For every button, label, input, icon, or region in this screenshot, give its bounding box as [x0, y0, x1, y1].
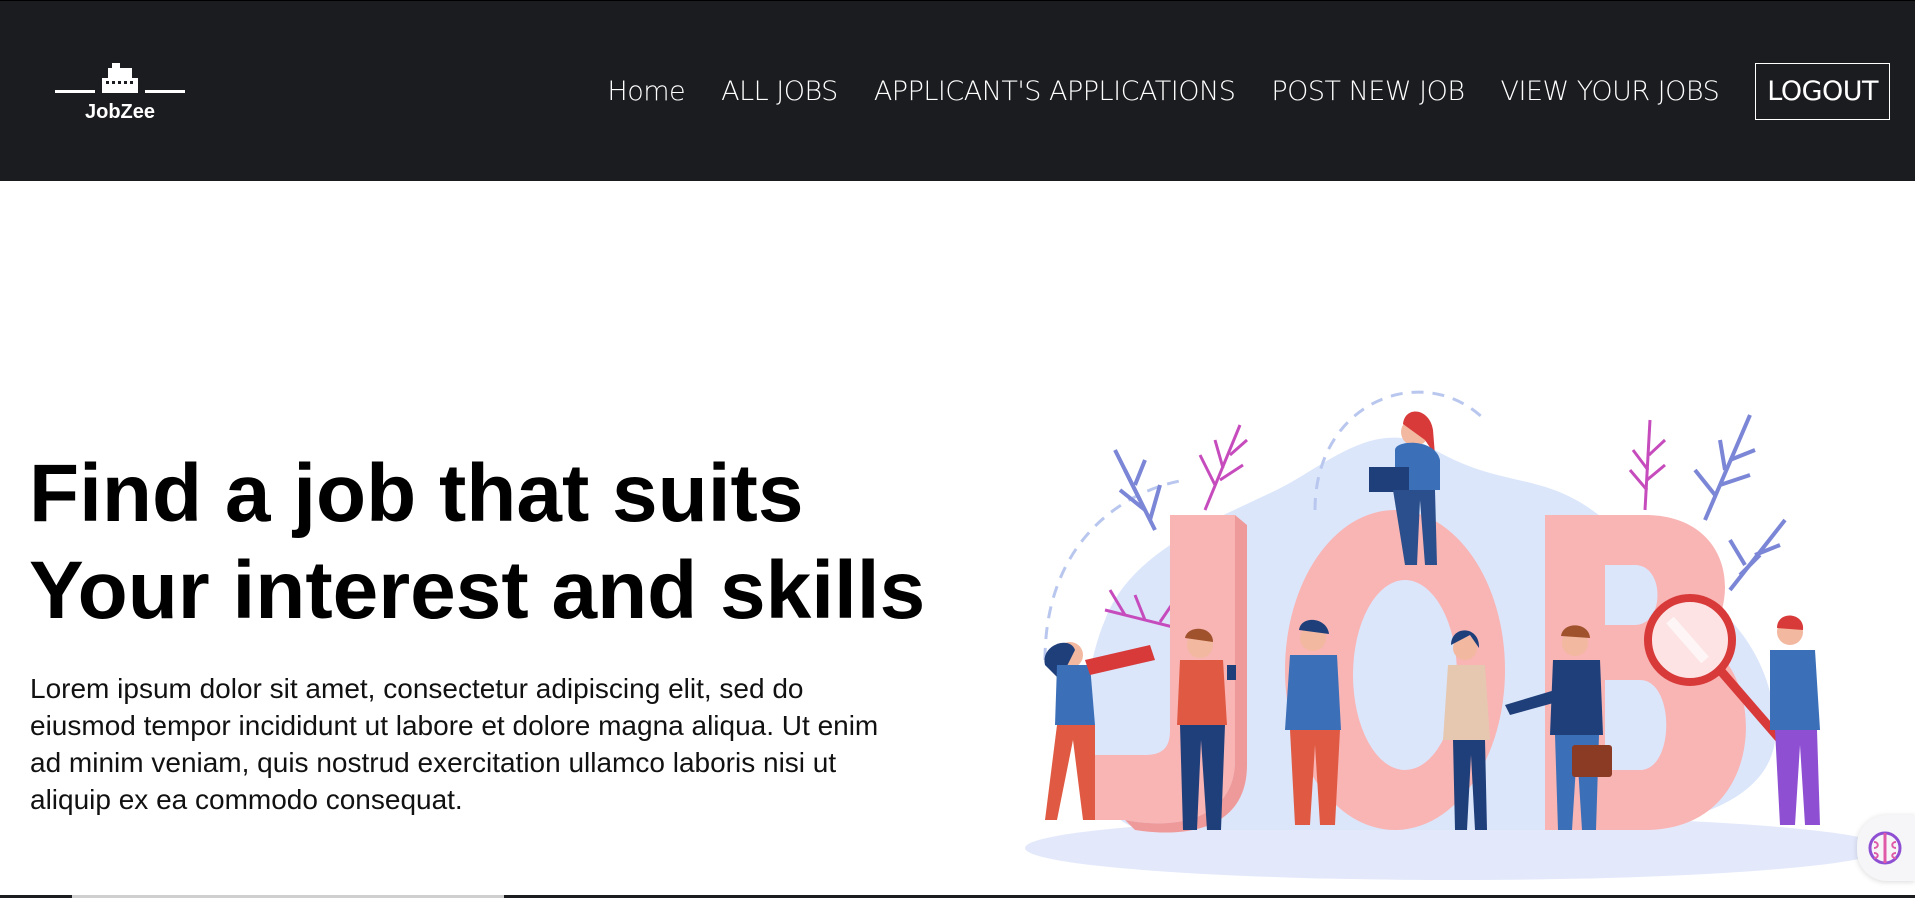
typewriter-icon [55, 63, 185, 93]
nav-menu: Home ALL JOBS APPLICANT'S APPLICATIONS P… [607, 61, 1890, 121]
hero-title-line-1: Find a job that suits [29, 448, 804, 539]
nav-all-jobs[interactable]: ALL JOBS [721, 76, 838, 107]
hero-title-line-2: Your interest and skills [29, 545, 926, 636]
job-search-illustration [1025, 390, 1865, 880]
nav-view-your-jobs[interactable]: VIEW YOUR JOBS [1501, 76, 1720, 107]
jobzee-logo[interactable]: JobZee [55, 61, 185, 123]
hero-description: Lorem ipsum dolor sit amet, consectetur … [30, 673, 879, 815]
hero-title: Find a job that suits Your interest and … [29, 445, 925, 639]
top-navbar: JobZee Home ALL JOBS APPLICANT'S APPLICA… [0, 0, 1915, 181]
brain-icon [1868, 831, 1902, 865]
assistant-launcher-button[interactable] [1857, 815, 1915, 881]
logout-button[interactable]: LOGOUT [1755, 62, 1890, 120]
brand-name: JobZee [84, 101, 156, 123]
nav-post-new-job[interactable]: POST NEW JOB [1271, 76, 1465, 107]
nav-home[interactable]: Home [607, 76, 685, 107]
nav-applicants-applications[interactable]: APPLICANT'S APPLICATIONS [874, 76, 1236, 107]
